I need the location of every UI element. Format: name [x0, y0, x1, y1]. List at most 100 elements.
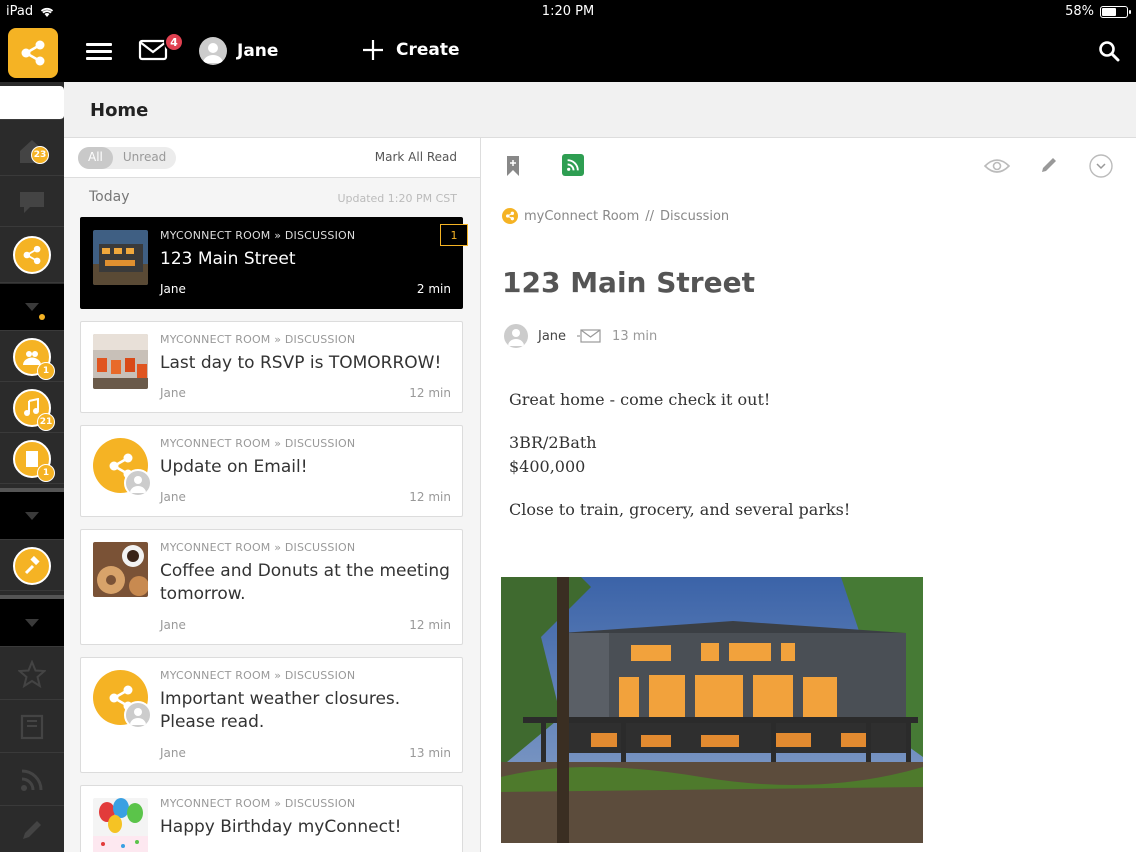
mark-all-read-button[interactable]: Mark All Read	[375, 150, 457, 164]
pencil-icon	[23, 820, 41, 839]
plus-icon	[363, 40, 383, 60]
breadcrumb-room-link[interactable]: myConnect Room	[524, 209, 639, 224]
post-body-line: 3BR/2Bath	[509, 433, 597, 452]
share-icon	[93, 670, 152, 729]
status-bar: iPad 1:20 PM 58%	[0, 0, 1136, 24]
eye-icon[interactable]	[984, 158, 1010, 174]
hamburger-menu-icon[interactable]	[86, 40, 112, 64]
music-note-icon: 21	[13, 388, 55, 431]
room-badge-3: 1	[37, 463, 55, 482]
item-meta: MYCONNECT ROOM » DISCUSSION	[160, 797, 356, 810]
house-photo[interactable]	[501, 577, 923, 843]
post-body-line: Close to train, grocery, and several par…	[509, 500, 851, 519]
post-body: Great home - come check it out! 3BR/2Bat…	[509, 388, 1069, 541]
item-author: Jane	[160, 746, 186, 760]
item-title: Update on Email!	[160, 457, 308, 477]
item-time: 12 min	[409, 618, 451, 632]
item-author: Jane	[160, 282, 186, 296]
item-author: Jane	[160, 618, 186, 632]
user-menu-button[interactable]: Jane	[199, 37, 278, 65]
rail-room-1[interactable]: 1	[0, 332, 64, 382]
rail-share[interactable]	[0, 228, 64, 283]
left-rail: 23 1 21 1	[0, 82, 64, 852]
donut-thumbnail	[93, 542, 148, 597]
rail-collapse-3[interactable]	[0, 595, 64, 647]
bookmark-icon[interactable]	[506, 155, 520, 177]
section-label: Today	[89, 189, 130, 205]
rail-library[interactable]	[0, 701, 64, 753]
document-icon: 1	[13, 439, 55, 482]
item-time: 12 min	[409, 386, 451, 400]
mail-count-badge: 4	[164, 32, 184, 52]
email-reply-icon[interactable]	[576, 328, 602, 344]
mail-button[interactable]: 4	[138, 32, 184, 66]
breadcrumb-section-link[interactable]: Discussion	[660, 209, 729, 224]
rail-collapse-2[interactable]	[0, 488, 64, 540]
rss-icon	[21, 769, 43, 791]
item-time: 12 min	[409, 490, 451, 504]
search-icon[interactable]	[1098, 40, 1120, 66]
chat-bubble-icon	[20, 191, 44, 213]
item-meta: MYCONNECT ROOM » DISCUSSION	[160, 437, 356, 450]
list-item[interactable]: MYCONNECT ROOM » DISCUSSION Happy Birthd…	[80, 785, 463, 852]
rail-home[interactable]: 23	[0, 126, 64, 176]
rail-collapse-1[interactable]	[0, 284, 64, 331]
rail-active-tab[interactable]	[0, 86, 64, 120]
app-bar: 4 Jane Create	[0, 24, 1136, 82]
item-author: Jane	[160, 386, 186, 400]
chevron-down-icon	[25, 511, 39, 520]
filter-all-tab[interactable]: All	[78, 147, 113, 169]
item-title: Important weather closures. Please read.	[160, 689, 401, 732]
book-icon	[20, 714, 44, 739]
list-item[interactable]: MYCONNECT ROOM » DISCUSSION Coffee and D…	[80, 529, 463, 645]
rail-feeds[interactable]	[0, 754, 64, 806]
rail-room-3[interactable]: 1	[0, 434, 64, 484]
post-author[interactable]: Jane	[538, 329, 566, 344]
share-logo-icon[interactable]	[8, 28, 58, 78]
page-title: Home	[90, 100, 149, 121]
rail-tools[interactable]	[0, 541, 64, 591]
post-time: 13 min	[612, 328, 658, 344]
rss-feed-icon[interactable]	[562, 154, 584, 176]
updated-timestamp: Updated 1:20 PM CST	[337, 192, 457, 205]
post-body-line: $400,000	[509, 457, 586, 476]
rail-compose[interactable]	[0, 807, 64, 852]
chevron-down-icon	[25, 618, 39, 627]
create-label: Create	[396, 40, 460, 60]
balloons-thumbnail	[93, 798, 148, 852]
room-badge-2: 21	[37, 412, 55, 431]
share-icon	[93, 438, 152, 497]
rail-chat[interactable]	[0, 177, 64, 227]
share-icon	[502, 208, 518, 224]
user-name: Jane	[237, 41, 279, 61]
list-section-header: Today Updated 1:20 PM CST	[64, 178, 480, 216]
user-avatar-icon	[199, 37, 227, 65]
list-item[interactable]: MYCONNECT ROOM » DISCUSSION Last day to …	[80, 321, 463, 413]
detail-toolbar	[482, 138, 1136, 194]
item-time: 2 min	[416, 282, 451, 296]
share-icon	[13, 236, 51, 274]
rail-room-2[interactable]: 21	[0, 383, 64, 433]
event-thumbnail	[93, 334, 148, 389]
clock: 1:20 PM	[541, 4, 595, 19]
post-title: 123 Main Street	[502, 266, 755, 299]
battery-percent: 58%	[1065, 4, 1094, 19]
author-avatar-icon	[124, 701, 152, 729]
create-button[interactable]: Create	[362, 39, 460, 61]
filter-unread-tab[interactable]: Unread	[113, 147, 176, 169]
unread-count-badge: 1	[440, 224, 468, 246]
rail-favorites[interactable]	[0, 648, 64, 700]
more-options-chevron-icon[interactable]	[1089, 154, 1113, 178]
item-meta: MYCONNECT ROOM » DISCUSSION	[160, 541, 356, 554]
home-count-badge: 23	[31, 146, 49, 164]
author-avatar-icon[interactable]	[504, 324, 528, 348]
edit-pencil-icon[interactable]	[1040, 156, 1058, 174]
item-meta: MYCONNECT ROOM » DISCUSSION	[160, 229, 356, 242]
item-title: 123 Main Street	[160, 249, 296, 269]
list-item[interactable]: MYCONNECT ROOM » DISCUSSION 123 Main Str…	[80, 217, 468, 309]
filter-bar: All Unread Mark All Read	[64, 138, 480, 178]
list-item[interactable]: MYCONNECT ROOM » DISCUSSION Update on Em…	[80, 425, 463, 517]
post-body-line: Great home - come check it out!	[509, 390, 771, 409]
author-avatar-icon	[124, 469, 152, 497]
list-item[interactable]: MYCONNECT ROOM » DISCUSSION Important we…	[80, 657, 463, 773]
